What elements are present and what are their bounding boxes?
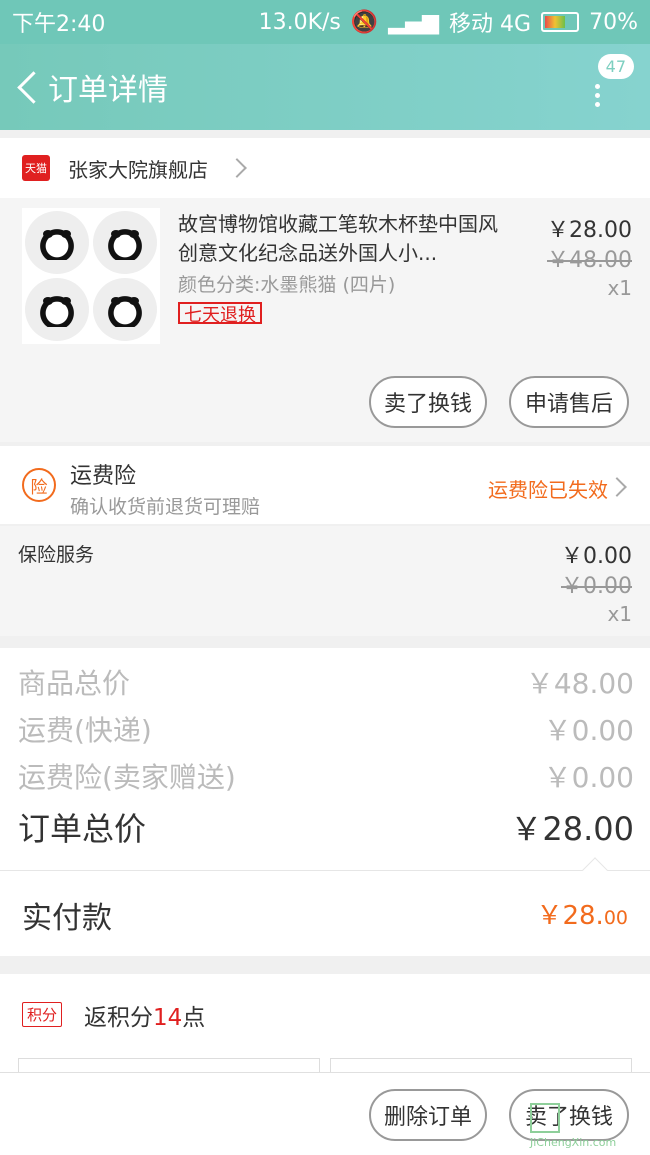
points-row: 积分 返积分14点 xyxy=(0,974,650,1078)
order-total-label: 订单总价 xyxy=(18,810,147,848)
battery-level: 70% xyxy=(589,9,638,35)
net-speed: 13.0K/s xyxy=(258,9,341,35)
carrier: 移动 4G xyxy=(449,12,532,37)
signal-icon: ▂▄▆ xyxy=(388,9,440,35)
order-total-row: 订单总价 ￥28.00 xyxy=(18,804,634,850)
panda-plate-image xyxy=(25,278,89,341)
amount-paid-label: 实付款 xyxy=(22,901,112,936)
panda-plate-image xyxy=(93,211,157,274)
points-tag: 积分 xyxy=(22,1002,63,1027)
price-summary: 商品总价 ￥48.00 运费(快递) ￥0.00 运费险(卖家赠送) ￥0.00… xyxy=(0,648,650,870)
product-quantity: x1 xyxy=(607,276,632,300)
bottom-action-bar: 删除订单 卖了换钱 JiChengXin.com xyxy=(0,1072,650,1155)
product-price: ￥28.00 xyxy=(547,218,632,243)
amount-paid-value: ￥28.00 xyxy=(536,901,628,931)
message-badge: 47 xyxy=(597,54,634,79)
goods-total-row: 商品总价 ￥48.00 xyxy=(18,662,634,702)
nav-bar: 订单详情 47 xyxy=(0,44,650,130)
battery-icon xyxy=(541,12,580,32)
chevron-right-icon xyxy=(607,477,627,497)
tmall-icon: 天猫 xyxy=(22,155,50,181)
status-time: 下午2:40 xyxy=(12,12,106,37)
insurance-subtitle: 确认收货前退货可理赔 xyxy=(70,496,261,518)
insurance-fee-label: 运费险(卖家赠送) xyxy=(18,761,236,794)
insurance-icon: 险 xyxy=(22,468,56,502)
amount-paid-row: 实付款 ￥28.00 xyxy=(0,857,650,956)
watermark-text: JiChengXin.com xyxy=(530,1136,617,1149)
points-text: 返积分14点 xyxy=(84,1005,206,1031)
service-label: 保险服务 xyxy=(18,544,95,566)
panda-plate-image xyxy=(93,278,157,341)
shop-row[interactable]: 天猫 张家大院旗舰店 xyxy=(0,138,650,198)
watermark: JiChengXin.com xyxy=(530,1103,648,1149)
product-item[interactable]: 故宫博物馆收藏工笔软木杯垫中国风创意文化纪念品送外国人小... 颜色分类:水墨熊… xyxy=(0,198,650,442)
shop-name: 张家大院旗舰店 xyxy=(68,157,208,182)
delete-order-button[interactable]: 删除订单 xyxy=(369,1089,487,1141)
product-title: 故宫博物馆收藏工笔软木杯垫中国风创意文化纪念品送外国人小... xyxy=(178,212,498,265)
shipping-value: ￥0.00 xyxy=(543,714,634,747)
goods-total-value: ￥48.00 xyxy=(525,667,634,700)
product-spec: 颜色分类:水墨熊猫 (四片) xyxy=(178,274,396,296)
sell-for-cash-button[interactable]: 卖了换钱 xyxy=(369,376,487,428)
product-original-price: ￥48.00 xyxy=(547,248,632,273)
insurance-status: 运费险已失效 xyxy=(488,478,608,502)
status-bar: 下午2:40 13.0K/s 🔕 ▂▄▆ 移动 4G 70% xyxy=(0,0,650,44)
insurance-fee-value: ￥0.00 xyxy=(543,761,634,794)
product-thumbnail xyxy=(22,208,160,344)
insurance-fee-row: 运费险(卖家赠送) ￥0.00 xyxy=(18,756,634,796)
page-title: 订单详情 xyxy=(48,73,168,108)
shipping-label: 运费(快递) xyxy=(18,714,152,747)
shipping-row: 运费(快递) ￥0.00 xyxy=(18,709,634,749)
more-dots-icon xyxy=(595,84,600,114)
insurance-service-item: 保险服务 ￥0.00 ￥0.00 x1 xyxy=(0,526,650,636)
service-original-price: ￥0.00 xyxy=(561,574,632,599)
after-sale-button[interactable]: 申请售后 xyxy=(509,376,629,428)
service-price: ￥0.00 xyxy=(561,544,632,569)
more-menu-button[interactable]: 47 xyxy=(578,54,634,118)
panda-plate-image xyxy=(25,211,89,274)
back-icon[interactable] xyxy=(12,67,42,107)
service-quantity: x1 xyxy=(607,602,632,626)
order-total-value: ￥28.00 xyxy=(510,810,634,848)
chevron-right-icon xyxy=(227,158,247,178)
insurance-title: 运费险 xyxy=(70,464,137,489)
return-policy-tag: 七天退换 xyxy=(178,302,262,324)
watermark-logo-icon xyxy=(530,1103,560,1133)
mute-icon: 🔕 xyxy=(350,9,379,35)
shipping-insurance-row[interactable]: 险 运费险 确认收货前退货可理赔 运费险已失效 xyxy=(0,446,650,524)
status-right: 13.0K/s 🔕 ▂▄▆ 移动 4G 70% xyxy=(259,6,638,38)
goods-total-label: 商品总价 xyxy=(18,667,131,700)
